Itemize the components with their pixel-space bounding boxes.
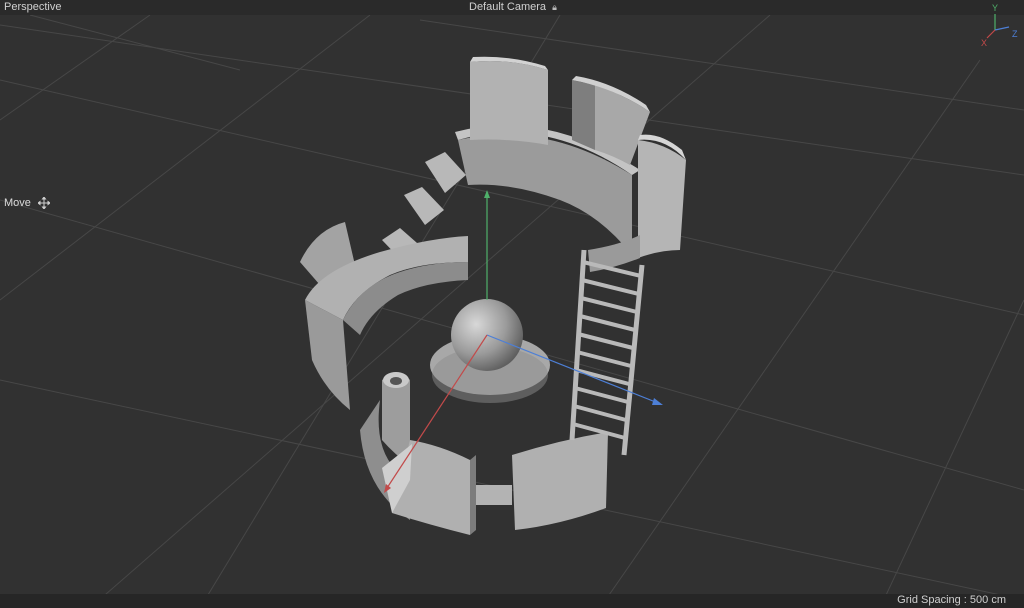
gizmo-z-label: Z [1012,29,1018,39]
ladder[interactable] [569,249,645,456]
camera-name: Default Camera [469,1,547,13]
move-icon [37,197,50,209]
grid-spacing-label: Grid Spacing : 500 cm [897,594,1006,606]
active-tool[interactable]: Move [4,197,50,209]
viewport-header: Perspective Default Camera 🔒︎ [0,0,1024,15]
gizmo-x-label: X [981,38,987,48]
z-axis-arrow[interactable] [652,398,663,405]
viewport-footer: Grid Spacing : 500 cm [0,594,1024,608]
view-mode-label[interactable]: Perspective [4,1,61,13]
camera-selector[interactable]: Default Camera 🔒︎ [469,1,557,13]
tool-label: Move [4,197,31,209]
orientation-gizmo[interactable]: Y Z X [974,2,1024,52]
lock-icon[interactable]: 🔒︎ [552,2,557,13]
3d-viewport[interactable] [0,0,1024,608]
gizmo-y-label: Y [992,3,998,13]
scene-geometry[interactable] [300,56,686,535]
